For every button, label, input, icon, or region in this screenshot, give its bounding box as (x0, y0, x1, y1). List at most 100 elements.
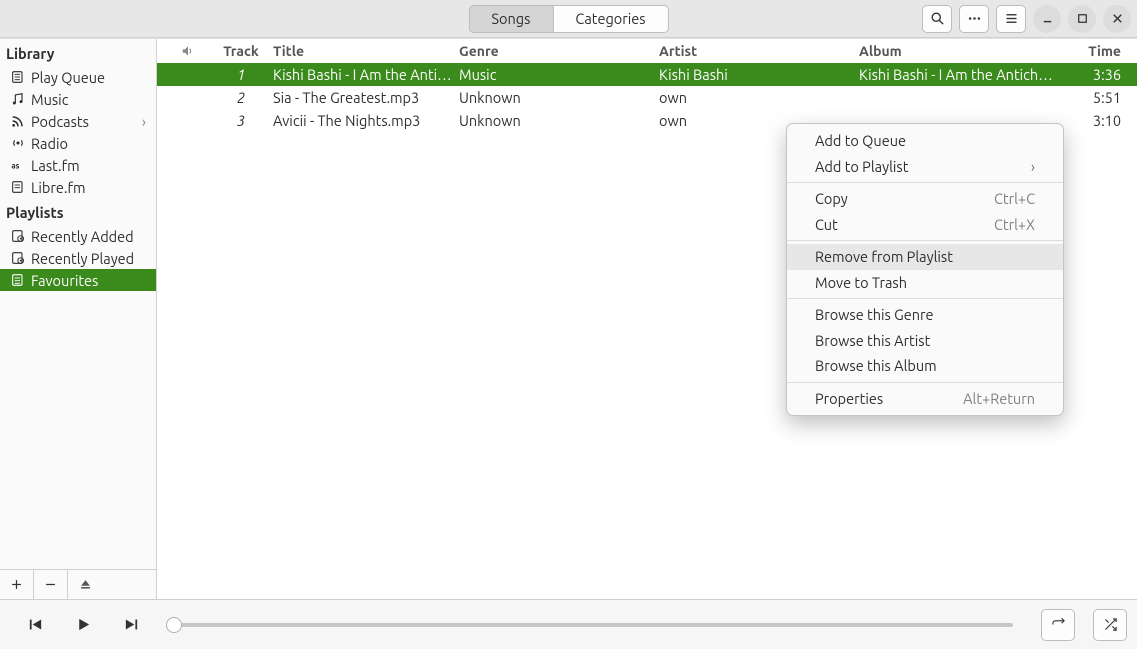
context-menu-label: Add to Playlist (815, 158, 908, 175)
next-button[interactable] (116, 610, 146, 640)
sidebar-item-favourites[interactable]: Favourites (0, 269, 156, 291)
svg-text:as: as (11, 161, 19, 170)
sidebar: Library Play Queue MusicPodcasts› Radio as L… (0, 39, 157, 599)
cell-artist: own (659, 89, 859, 106)
cell-genre: Unknown (459, 89, 659, 106)
sidebar-item-lastfm[interactable]: as Last.fm (0, 154, 156, 176)
context-menu-label: Copy (815, 190, 848, 207)
add-playlist-button[interactable] (0, 570, 34, 599)
context-menu-item[interactable]: Remove from Playlist (787, 244, 1063, 270)
play-icon (75, 616, 92, 633)
context-menu-item[interactable]: Properties Alt+Return (787, 386, 1063, 412)
sidebar-item-label: Recently Played (31, 250, 134, 267)
librefm-icon (10, 179, 26, 195)
tab-songs[interactable]: Songs (468, 5, 553, 33)
song-row[interactable]: 2Sia - The Greatest.mp3Unknownown 5:51 (157, 86, 1137, 109)
previous-button[interactable] (20, 610, 50, 640)
repeat-button[interactable] (1041, 609, 1075, 641)
sidebar-item-radio[interactable]: Radio (0, 132, 156, 154)
sidebar-item-recently-played[interactable]: Recently Played (0, 247, 156, 269)
chevron-right-icon: › (1031, 158, 1035, 175)
list-icon (10, 272, 26, 288)
context-menu-item[interactable]: Add to Playlist › (787, 154, 1063, 180)
song-row[interactable]: 1Kishi Bashi - I Am the Anti…MusicKishi … (157, 63, 1137, 86)
minus-icon (43, 577, 58, 592)
shortcut-label: Alt+Return (963, 390, 1035, 407)
context-menu-item[interactable]: Add to Queue (787, 128, 1063, 154)
column-album[interactable]: Album (859, 43, 1059, 59)
sidebar-item-label: Recently Added (31, 228, 134, 245)
play-button[interactable] (68, 610, 98, 640)
sidebar-item-librefm[interactable]: Libre.fm (0, 176, 156, 198)
shuffle-button[interactable] (1093, 609, 1127, 641)
minimize-window-button[interactable] (1033, 5, 1061, 33)
context-menu-label: Browse this Genre (815, 306, 934, 323)
column-time[interactable]: Time (1059, 43, 1131, 59)
sidebar-item-label: Last.fm (31, 157, 80, 174)
cell-time: 3:10 (1059, 112, 1131, 129)
context-menu-separator (787, 298, 1063, 299)
column-title[interactable]: Title (269, 43, 459, 59)
queue-icon (10, 69, 26, 85)
library-header: Library (0, 39, 156, 66)
cell-title: Avicii - The Nights.mp3 (269, 112, 459, 129)
cell-time: 5:51 (1059, 89, 1131, 106)
cell-title: Sia - The Greatest.mp3 (269, 89, 459, 106)
radio-icon (10, 135, 26, 151)
cell-track: 1 (213, 66, 269, 83)
column-artist[interactable]: Artist (659, 43, 859, 59)
cell-track: 2 (213, 89, 269, 106)
sidebar-item-recently-added[interactable]: Recently Added (0, 225, 156, 247)
context-menu-separator (787, 182, 1063, 183)
hamburger-menu-button[interactable] (996, 5, 1026, 33)
context-menu-label: Properties (815, 390, 883, 407)
view-tabs: Songs Categories (468, 5, 668, 33)
eject-icon (78, 577, 93, 592)
context-menu-separator (787, 382, 1063, 383)
column-playing[interactable] (163, 44, 213, 58)
sidebar-item-play-queue[interactable]: Play Queue (0, 66, 156, 88)
search-icon (930, 11, 945, 26)
gear-list-icon (10, 250, 26, 266)
cell-album: Kishi Bashi - I Am the Antich… (859, 66, 1059, 83)
context-menu-item[interactable]: Move to Trash (787, 270, 1063, 296)
context-menu-label: Browse this Artist (815, 332, 930, 349)
context-menu-item[interactable]: Cut Ctrl+X (787, 212, 1063, 238)
context-menu-label: Add to Queue (815, 132, 906, 149)
close-icon (1110, 11, 1125, 26)
column-headers: Track Title Genre Artist Album Time (157, 39, 1137, 63)
player-bar (0, 599, 1137, 649)
sidebar-item-label: Libre.fm (31, 179, 85, 196)
maximize-icon (1075, 11, 1090, 26)
rss-icon (10, 113, 26, 129)
column-track[interactable]: Track (213, 43, 269, 59)
cell-time: 3:36 (1059, 66, 1131, 83)
context-menu-item[interactable]: Browse this Artist (787, 328, 1063, 354)
eject-button[interactable] (68, 570, 102, 599)
sidebar-item-podcasts[interactable]: Podcasts› (0, 110, 156, 132)
tab-categories[interactable]: Categories (552, 5, 668, 33)
shuffle-icon (1103, 617, 1118, 632)
sidebar-item-label: Favourites (31, 272, 98, 289)
sidebar-item-label: Radio (31, 135, 68, 152)
shortcut-label: Ctrl+X (994, 216, 1035, 233)
maximize-window-button[interactable] (1068, 5, 1096, 33)
sidebar-item-music[interactable]: Music (0, 88, 156, 110)
close-window-button[interactable] (1103, 5, 1131, 33)
column-genre[interactable]: Genre (459, 43, 659, 59)
context-menu-item[interactable]: Browse this Album (787, 353, 1063, 379)
context-menu-label: Cut (815, 216, 838, 233)
sidebar-item-label: Play Queue (31, 69, 105, 86)
shortcut-label: Ctrl+C (994, 190, 1035, 207)
more-button[interactable] (959, 5, 989, 33)
repeat-icon (1051, 617, 1066, 632)
remove-playlist-button[interactable] (34, 570, 68, 599)
search-button[interactable] (922, 5, 952, 33)
lastfm-icon: as (10, 157, 26, 173)
context-menu-item[interactable]: Copy Ctrl+C (787, 186, 1063, 212)
context-menu-label: Remove from Playlist (815, 248, 953, 265)
context-menu-item[interactable]: Browse this Genre (787, 302, 1063, 328)
sidebar-footer (0, 569, 156, 599)
seek-slider[interactable] (164, 623, 1023, 627)
cell-artist: Kishi Bashi (659, 66, 859, 83)
